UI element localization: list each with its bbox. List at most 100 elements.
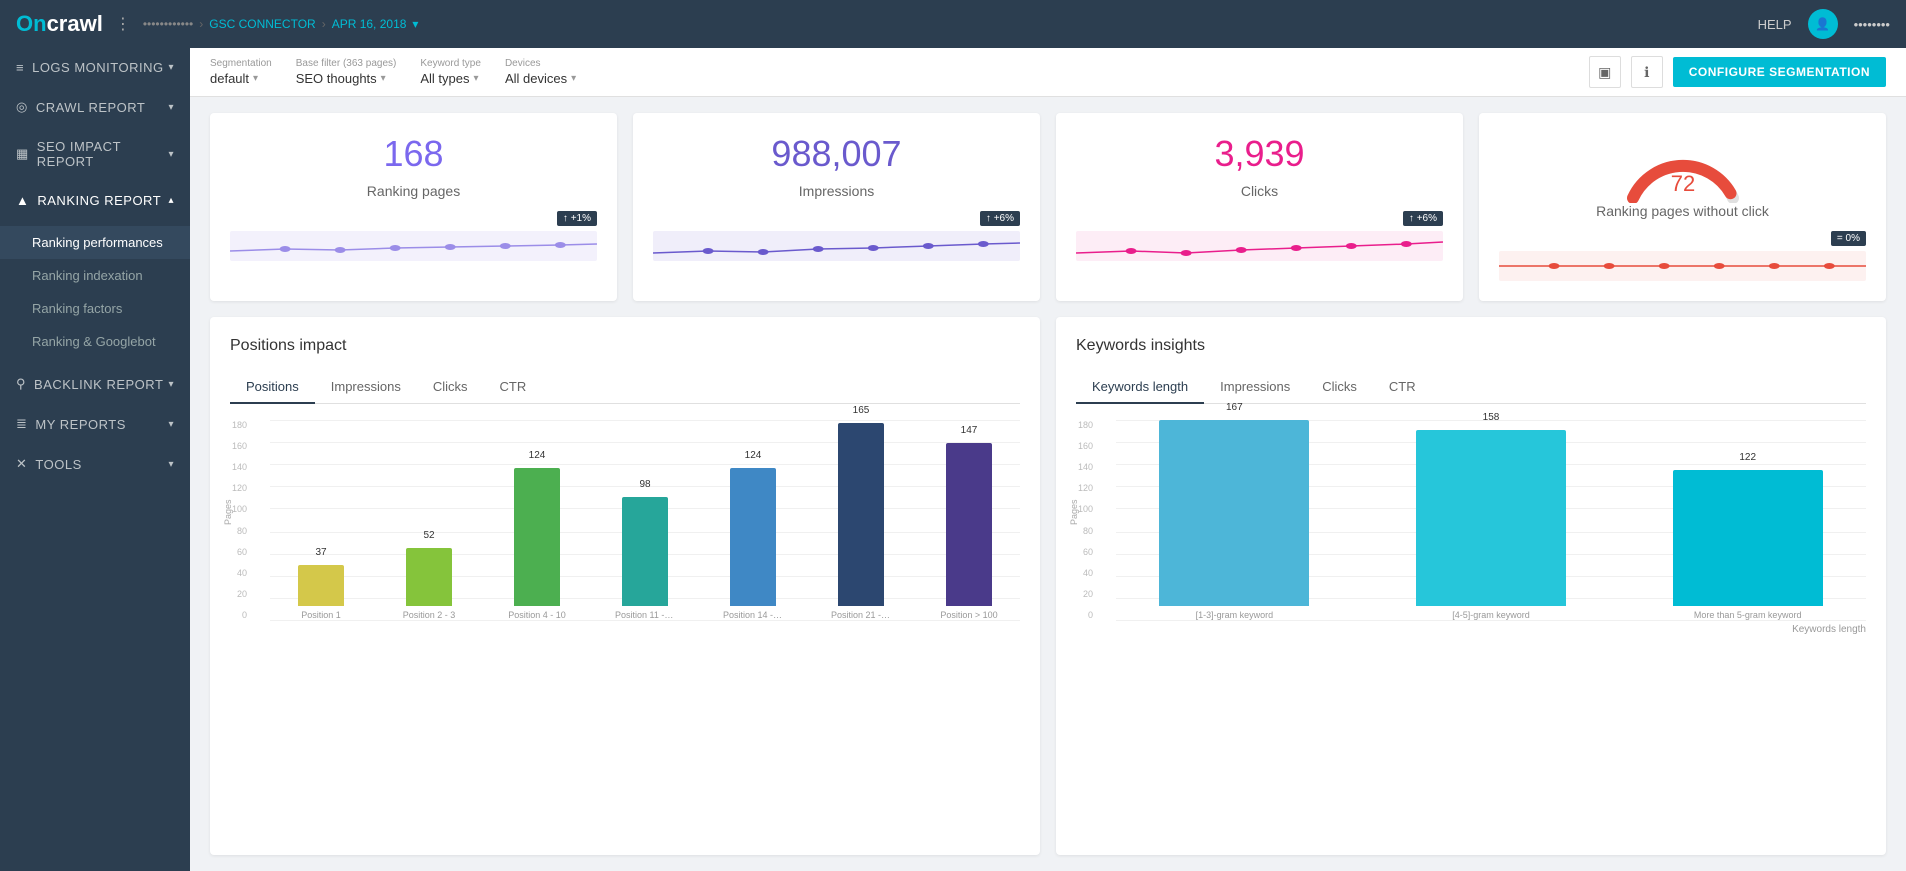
bar-pos21-100-value: 165 bbox=[853, 405, 870, 416]
positions-chart-card: Positions impact Positions Impressions C… bbox=[210, 317, 1040, 855]
bar-pos21-100-label: Position 21 - 100 bbox=[831, 610, 891, 620]
filter-bar-right: ▣ ℹ CONFIGURE SEGMENTATION bbox=[1589, 56, 1886, 88]
bar-pos-gt100-value: 147 bbox=[961, 425, 978, 436]
positions-chart-title: Positions impact bbox=[230, 337, 1020, 355]
crawl-icon: ◎ bbox=[16, 99, 28, 115]
logo-crawl: crawl bbox=[47, 11, 103, 36]
breadcrumb-sep1: › bbox=[199, 17, 203, 31]
sidebar-item-backlink[interactable]: ⚲ BACKLINK REPORT ▾ bbox=[0, 364, 190, 404]
sidebar-item-ranking[interactable]: ▲ RANKING REPORT ▴ bbox=[0, 181, 190, 220]
y-axis-positions: 180 160 140 120 100 80 60 40 20 0 bbox=[232, 420, 247, 620]
menu-icon[interactable]: ⋮ bbox=[115, 14, 131, 34]
pdf-icon: ▣ bbox=[1598, 64, 1611, 81]
bar-pos4-10: 124 Position 4 - 10 bbox=[486, 468, 588, 620]
sidebar-sub-performances[interactable]: Ranking performances bbox=[0, 226, 190, 259]
keyword-type-label: Keyword type bbox=[420, 58, 481, 69]
logs-chevron: ▾ bbox=[168, 62, 174, 73]
impressions-label: Impressions bbox=[653, 183, 1020, 199]
segmentation-label: Segmentation bbox=[210, 58, 272, 69]
username: •••••••• bbox=[1854, 17, 1890, 32]
impressions-badge: ↑ +6% bbox=[980, 211, 1020, 226]
breadcrumb: •••••••••••• › GSC CONNECTOR › APR 16, 2… bbox=[143, 17, 419, 31]
info-icon: ℹ bbox=[1644, 64, 1649, 81]
positions-tab-ctr[interactable]: CTR bbox=[484, 371, 543, 404]
main-content: Segmentation default ▾ Base filter (363 … bbox=[190, 48, 1906, 871]
bar-pos14-20-label: Position 14 - 20 bbox=[723, 610, 783, 620]
positions-tabs: Positions Impressions Clicks CTR bbox=[230, 371, 1020, 404]
bar-pos4-10-value: 124 bbox=[529, 450, 546, 461]
backlink-icon: ⚲ bbox=[16, 376, 26, 392]
info-icon-btn[interactable]: ℹ bbox=[1631, 56, 1663, 88]
stat-card-ranking-pages: 168 Ranking pages ↑ +1% bbox=[210, 113, 617, 301]
positions-tab-impressions[interactable]: Impressions bbox=[315, 371, 417, 404]
clicks-label: Clicks bbox=[1076, 183, 1443, 199]
bar-pos14-20-bar: 124 bbox=[730, 468, 776, 606]
reports-chevron: ▾ bbox=[168, 419, 174, 430]
clicks-number: 3,939 bbox=[1076, 133, 1443, 175]
bar-4gram-label: [4-5]-gram keyword bbox=[1452, 610, 1530, 620]
kw-y-160: 160 bbox=[1078, 441, 1093, 451]
ranking-pages-label: Ranking pages bbox=[230, 183, 597, 199]
bar-pos21-100-bar: 165 bbox=[838, 423, 884, 606]
ranking-icon: ▲ bbox=[16, 193, 29, 208]
tools-chevron: ▾ bbox=[168, 459, 174, 470]
bar-4gram-value: 158 bbox=[1483, 412, 1500, 423]
segmentation-filter: Segmentation default ▾ bbox=[210, 58, 272, 86]
configure-segmentation-btn[interactable]: CONFIGURE SEGMENTATION bbox=[1673, 57, 1886, 87]
sidebar-sub-googlebot[interactable]: Ranking & Googlebot bbox=[0, 325, 190, 358]
topbar: Oncrawl ⋮ •••••••••••• › GSC CONNECTOR ›… bbox=[0, 0, 1906, 48]
bar-pos11-13-value: 98 bbox=[639, 479, 650, 490]
keywords-chart-card: Keywords insights Keywords length Impres… bbox=[1056, 317, 1886, 855]
bar-pos1-label: Position 1 bbox=[301, 610, 341, 620]
bar-pos2-3-value: 52 bbox=[423, 530, 434, 541]
bar-4gram-bar: 158 bbox=[1416, 430, 1566, 606]
keyword-type-select[interactable]: All types ▾ bbox=[420, 71, 481, 86]
ranking-chevron: ▴ bbox=[168, 195, 174, 206]
base-filter-select[interactable]: SEO thoughts ▾ bbox=[296, 71, 397, 86]
sidebar-sub-indexation[interactable]: Ranking indexation bbox=[0, 259, 190, 292]
y-40: 40 bbox=[237, 568, 247, 578]
positions-tab-positions[interactable]: Positions bbox=[230, 371, 315, 404]
segmentation-select[interactable]: default ▾ bbox=[210, 71, 272, 86]
bar-pos1: 37 Position 1 bbox=[270, 565, 372, 620]
positions-tab-clicks[interactable]: Clicks bbox=[417, 371, 484, 404]
keyword-type-filter: Keyword type All types ▾ bbox=[420, 58, 481, 86]
kw-y-60: 60 bbox=[1083, 547, 1093, 557]
keywords-chart-title: Keywords insights bbox=[1076, 337, 1866, 355]
keywords-tab-length[interactable]: Keywords length bbox=[1076, 371, 1204, 404]
topbar-right: HELP 👤 •••••••• bbox=[1758, 9, 1890, 39]
devices-value: All devices bbox=[505, 71, 567, 86]
help-link[interactable]: HELP bbox=[1758, 17, 1792, 32]
keywords-tab-impressions[interactable]: Impressions bbox=[1204, 371, 1306, 404]
kw-y-100: 100 bbox=[1078, 504, 1093, 514]
stat-card-impressions: 988,007 Impressions ↑ +6% bbox=[633, 113, 1040, 301]
base-filter-group: Base filter (363 pages) SEO thoughts ▾ bbox=[296, 58, 397, 86]
sidebar-sub-factors[interactable]: Ranking factors bbox=[0, 292, 190, 325]
y-100: 100 bbox=[232, 504, 247, 514]
sidebar-item-reports[interactable]: ≣ MY REPORTS ▾ bbox=[0, 404, 190, 444]
impressions-number: 988,007 bbox=[653, 133, 1020, 175]
kw-y-40: 40 bbox=[1083, 568, 1093, 578]
bar-pos21-100: 165 Position 21 - 100 bbox=[810, 423, 912, 620]
sidebar-crawl-label: CRAWL REPORT bbox=[36, 100, 146, 115]
date-dropdown-icon[interactable]: ▾ bbox=[412, 17, 418, 31]
keywords-tab-ctr[interactable]: CTR bbox=[1373, 371, 1432, 404]
tools-icon: ✕ bbox=[16, 456, 27, 472]
devices-select[interactable]: All devices ▾ bbox=[505, 71, 576, 86]
pdf-icon-btn[interactable]: ▣ bbox=[1589, 56, 1621, 88]
sidebar-item-logs[interactable]: ≡ LOGS MONITORING ▾ bbox=[0, 48, 190, 87]
sidebar-item-crawl[interactable]: ◎ CRAWL REPORT ▾ bbox=[0, 87, 190, 127]
sidebar-item-tools[interactable]: ✕ TOOLS ▾ bbox=[0, 444, 190, 484]
bar-4gram: 158 [4-5]-gram keyword bbox=[1373, 430, 1610, 620]
gridline-0 bbox=[270, 620, 1020, 621]
sidebar-reports-label: MY REPORTS bbox=[35, 417, 125, 432]
connector-label: GSC CONNECTOR bbox=[209, 17, 315, 31]
sidebar-item-seo[interactable]: ▦ SEO IMPACT REPORT ▾ bbox=[0, 127, 190, 181]
gauge-svg: 72 bbox=[1623, 133, 1743, 203]
keywords-tabs: Keywords length Impressions Clicks CTR bbox=[1076, 371, 1866, 404]
sidebar-seo-label: SEO IMPACT REPORT bbox=[37, 139, 169, 169]
breadcrumb-sep2: › bbox=[322, 17, 326, 31]
seo-icon: ▦ bbox=[16, 146, 29, 162]
avatar[interactable]: 👤 bbox=[1808, 9, 1838, 39]
keywords-tab-clicks[interactable]: Clicks bbox=[1306, 371, 1373, 404]
